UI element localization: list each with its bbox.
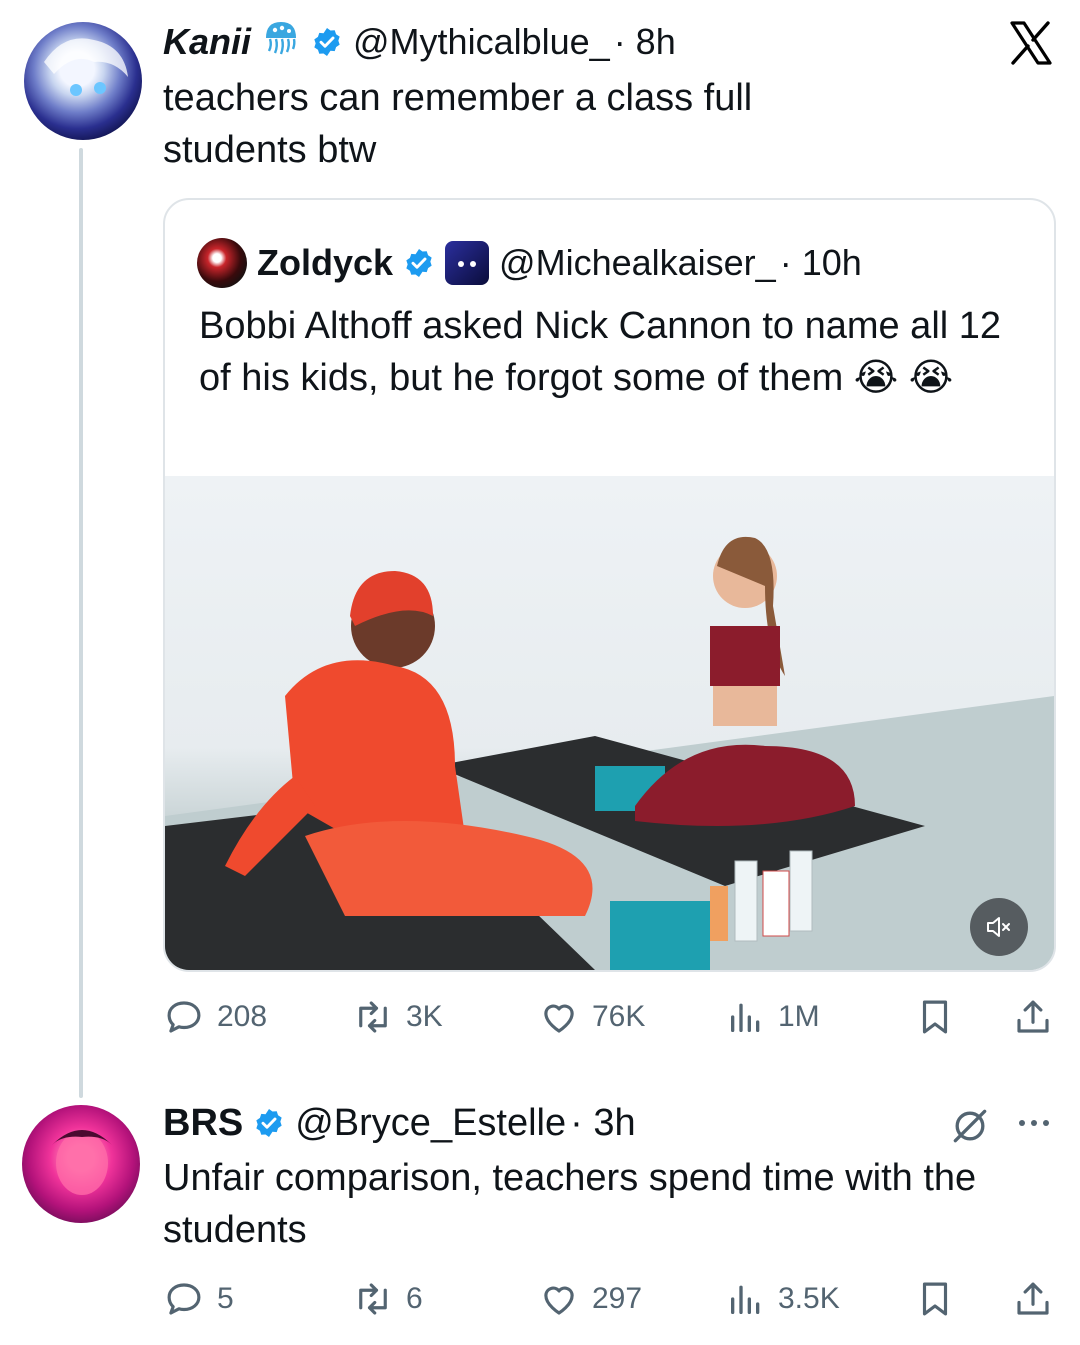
- views-icon: [731, 1003, 760, 1032]
- video-player[interactable]: [165, 476, 1054, 970]
- quoted-tweet-header: Zoldyck @Michealkaiser_ · 10h: [197, 238, 862, 288]
- jellyfish-emoji-icon: [261, 18, 301, 67]
- reply-icon: [167, 1283, 201, 1315]
- reply-avatar[interactable]: [22, 1105, 140, 1223]
- reply-button[interactable]: 208: [163, 996, 267, 1038]
- bookmark-button[interactable]: [914, 1278, 956, 1320]
- bookmark-button[interactable]: [914, 996, 956, 1038]
- handle[interactable]: @Mythicalblue_: [353, 21, 610, 63]
- grok-icon[interactable]: [948, 1104, 992, 1153]
- mute-button[interactable]: [970, 898, 1028, 956]
- like-button[interactable]: 76K: [538, 996, 645, 1038]
- video-frame: [165, 536, 1054, 970]
- share-icon: [1017, 1000, 1049, 1033]
- quoted-tweet-card[interactable]: Zoldyck @Michealkaiser_ · 10h Bobbi Alth…: [163, 198, 1056, 972]
- reply-button[interactable]: 5: [163, 1278, 234, 1320]
- thread-line: [79, 148, 83, 1098]
- repost-button[interactable]: 6: [352, 1278, 423, 1320]
- bookmark-icon: [922, 1000, 948, 1034]
- bookmark-icon: [922, 1282, 948, 1316]
- repost-icon: [359, 1001, 387, 1033]
- reply-display-name[interactable]: BRS: [163, 1102, 243, 1145]
- main-tweet-header: Kanii @Mythicalblue_ · 8h: [163, 20, 676, 64]
- reply-handle[interactable]: @Bryce_Estelle: [295, 1102, 566, 1145]
- more-icon[interactable]: [1014, 1108, 1054, 1143]
- x-logo-icon[interactable]: [1008, 20, 1054, 66]
- view-count: 3.5K: [778, 1282, 840, 1315]
- avatar[interactable]: [24, 22, 142, 140]
- verified-badge-icon: [256, 1109, 282, 1137]
- like-count: 297: [592, 1282, 643, 1315]
- views-button[interactable]: 3.5K: [726, 1278, 840, 1320]
- views-button[interactable]: 1M: [726, 996, 820, 1038]
- timestamp[interactable]: · 8h: [614, 21, 676, 63]
- quoted-tweet-text: Bobbi Althoff asked Nick Cannon to name …: [199, 305, 1002, 399]
- verified-badge-icon: [406, 249, 432, 277]
- share-icon: [1017, 1282, 1049, 1315]
- reply-tweet-header: BRS @Bryce_Estelle · 3h: [163, 1100, 636, 1146]
- tweet-text: teachers can remember a class full stude…: [163, 77, 753, 171]
- quoted-display-name[interactable]: Zoldyck: [257, 242, 393, 284]
- quoted-handle[interactable]: @Michealkaiser_: [499, 242, 776, 284]
- repost-count: 3K: [406, 1000, 443, 1033]
- reply-tweet-text: Unfair comparison, teachers spend time w…: [163, 1157, 977, 1251]
- views-icon: [731, 1285, 760, 1314]
- quoted-avatar[interactable]: [197, 238, 247, 288]
- share-button[interactable]: [1012, 1278, 1054, 1320]
- like-icon: [544, 1004, 574, 1033]
- display-name[interactable]: Kanii: [163, 21, 251, 63]
- reply-count: 208: [217, 1000, 268, 1033]
- quoted-timestamp[interactable]: · 10h: [780, 242, 862, 284]
- reply-timestamp[interactable]: · 3h: [570, 1102, 635, 1145]
- view-count: 1M: [778, 1000, 820, 1033]
- repost-button[interactable]: 3K: [352, 996, 443, 1038]
- like-icon: [544, 1286, 574, 1315]
- affiliate-badge-icon: [445, 241, 490, 285]
- mute-icon: [987, 917, 1010, 937]
- like-button[interactable]: 297: [538, 1278, 642, 1320]
- share-button[interactable]: [1012, 996, 1054, 1038]
- reply-count: 5: [217, 1282, 234, 1315]
- like-count: 76K: [592, 1000, 646, 1033]
- repost-count: 6: [406, 1282, 423, 1315]
- repost-icon: [359, 1283, 387, 1315]
- reply-icon: [167, 1001, 201, 1033]
- verified-badge-icon: [314, 28, 340, 56]
